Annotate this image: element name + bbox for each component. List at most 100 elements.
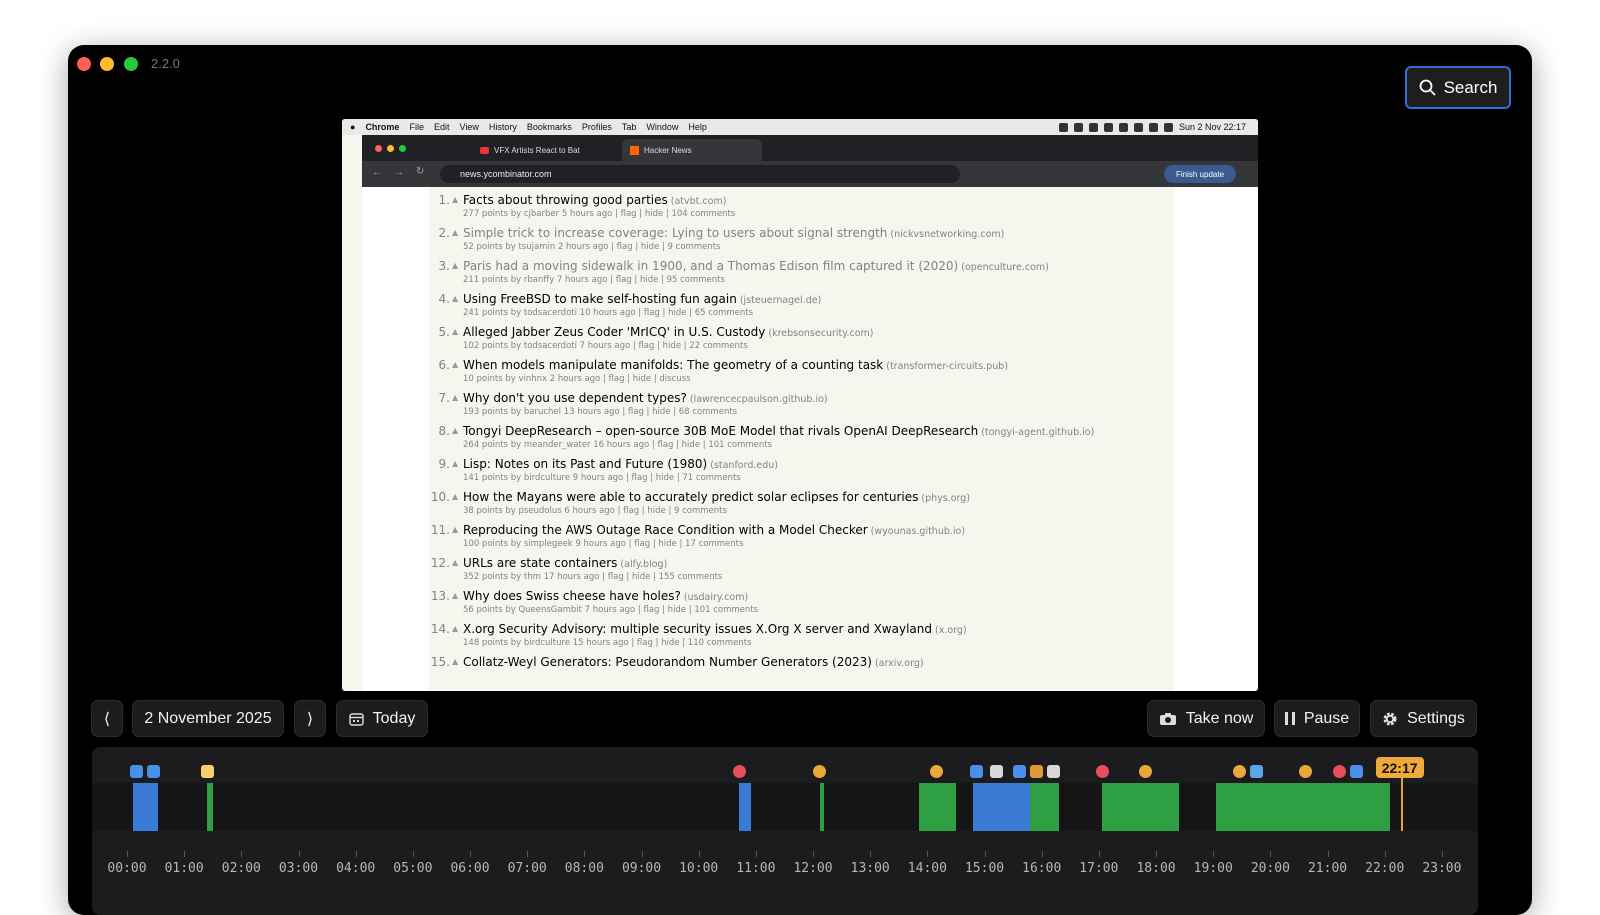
back-icon[interactable]: ← xyxy=(372,167,382,178)
current-time-marker[interactable] xyxy=(1400,773,1403,831)
chrome-icon[interactable] xyxy=(929,765,943,778)
activity-segment[interactable] xyxy=(1216,783,1271,831)
activity-segment[interactable] xyxy=(918,783,956,831)
upvote-icon[interactable]: ▲ xyxy=(452,393,458,402)
address-bar[interactable]: news.ycombinator.com xyxy=(440,165,960,183)
script-icon[interactable] xyxy=(989,765,1003,778)
activity-segment[interactable] xyxy=(1101,783,1179,831)
upvote-icon[interactable]: ▲ xyxy=(452,525,458,534)
upvote-icon[interactable]: ▲ xyxy=(452,492,458,501)
activity-timeline[interactable]: 00:00 01:00 02:00 03:00 04:00 05:00 06:00 07:00… xyxy=(92,747,1478,915)
story-site[interactable]: (jsteuernagel.de) xyxy=(740,295,821,306)
previous-day-button[interactable]: ⟨ xyxy=(91,700,123,737)
activity-segment[interactable] xyxy=(1030,783,1059,831)
story-title-link[interactable]: Simple trick to increase coverage: Lying… xyxy=(463,226,887,240)
upvote-icon[interactable]: ▲ xyxy=(452,657,458,666)
story-site[interactable]: (usdairy.com) xyxy=(684,592,748,603)
forward-icon[interactable]: → xyxy=(394,167,404,178)
record-icon[interactable] xyxy=(732,765,746,778)
apple-icon: ● xyxy=(350,122,356,132)
pause-icon xyxy=(1284,712,1295,725)
upvote-icon[interactable]: ▲ xyxy=(452,261,458,270)
story-site[interactable]: (nickvsnetworking.com) xyxy=(890,229,1004,240)
story-site[interactable]: (transformer-circuits.pub) xyxy=(886,361,1008,372)
story-site[interactable]: (krebsonsecurity.com) xyxy=(768,328,873,339)
xcode-icon[interactable] xyxy=(1012,765,1026,778)
story-title-link[interactable]: Facts about throwing good parties xyxy=(463,193,668,207)
claude-icon[interactable] xyxy=(1250,765,1264,778)
story-title-link[interactable]: Why don't you use dependent types? xyxy=(463,391,687,405)
today-button[interactable]: Today xyxy=(336,700,428,737)
date-picker[interactable]: 2 November 2025 xyxy=(132,700,284,737)
close-window-button[interactable] xyxy=(77,57,91,71)
finish-update-button[interactable]: Finish update xyxy=(1164,165,1236,183)
upvote-icon[interactable]: ▲ xyxy=(452,459,458,468)
zoom-window-button[interactable] xyxy=(124,57,138,71)
story-site[interactable]: (wyounas.github.io) xyxy=(871,526,965,537)
upvote-icon[interactable]: ▲ xyxy=(452,228,458,237)
story-site[interactable]: (phys.org) xyxy=(921,493,970,504)
activity-segment[interactable] xyxy=(207,783,213,831)
story-title-link[interactable]: Tongyi DeepResearch – open-source 30B Mo… xyxy=(463,424,978,438)
story-subtext: 100 points by simplegeek 9 hours ago | f… xyxy=(463,539,744,549)
story-site[interactable]: (alfy.blog) xyxy=(620,559,667,570)
xcode-icon[interactable] xyxy=(1350,765,1364,778)
xcode-icon[interactable] xyxy=(146,765,160,778)
upvote-icon[interactable]: ▲ xyxy=(452,327,458,336)
activity-segment[interactable] xyxy=(1270,783,1391,831)
activity-segment[interactable] xyxy=(132,783,159,831)
activity-segment[interactable] xyxy=(738,783,752,831)
chrome-icon[interactable] xyxy=(812,765,826,778)
take-now-button[interactable]: Take now xyxy=(1147,700,1265,737)
story-title-link[interactable]: Collatz-Weyl Generators: Pseudorandom Nu… xyxy=(463,655,872,669)
search-button[interactable]: Search xyxy=(1405,66,1511,109)
upvote-icon[interactable]: ▲ xyxy=(452,294,458,303)
settings-button[interactable]: Settings xyxy=(1370,700,1477,737)
minimize-window-button[interactable] xyxy=(100,57,114,71)
story-title-link[interactable]: URLs are state containers xyxy=(463,556,617,570)
story-site[interactable]: (lawrencecpaulson.github.io) xyxy=(690,394,828,405)
upvote-icon[interactable]: ▲ xyxy=(452,195,458,204)
terminal-icon[interactable] xyxy=(1030,765,1043,778)
story-title-link[interactable]: Reproducing the AWS Outage Race Conditio… xyxy=(463,523,868,537)
upvote-icon[interactable]: ▲ xyxy=(452,624,458,633)
record-icon[interactable] xyxy=(1333,765,1346,778)
activity-segment[interactable] xyxy=(820,783,825,831)
story-site[interactable]: (openculture.com) xyxy=(961,262,1049,273)
story-title-link[interactable]: Why does Swiss cheese have holes? xyxy=(463,589,681,603)
story-site[interactable]: (tongyi-agent.github.io) xyxy=(981,427,1094,438)
activity-segment[interactable] xyxy=(973,783,1031,831)
upvote-icon[interactable]: ▲ xyxy=(452,426,458,435)
chrome-icon[interactable] xyxy=(1298,765,1312,778)
pause-button[interactable]: Pause xyxy=(1274,700,1360,737)
story-site[interactable]: (stanford.edu) xyxy=(710,460,778,471)
story-site[interactable]: (atvbt.com) xyxy=(671,196,727,207)
notes-icon[interactable] xyxy=(201,765,215,778)
upvote-icon[interactable]: ▲ xyxy=(452,360,458,369)
story-row: 3. ▲ Paris had a moving sidewalk in 1900, … xyxy=(429,259,1174,292)
story-site[interactable]: (arxiv.org) xyxy=(875,658,924,669)
timeline-track[interactable] xyxy=(92,783,1478,831)
upvote-icon[interactable]: ▲ xyxy=(452,591,458,600)
tab-hacker-news[interactable]: Hacker News xyxy=(622,139,762,161)
story-title-link[interactable]: Paris had a moving sidewalk in 1900, and… xyxy=(463,259,958,273)
upvote-icon[interactable]: ▲ xyxy=(452,558,458,567)
story-title-link[interactable]: When models manipulate manifolds: The ge… xyxy=(463,358,883,372)
finder-icon[interactable] xyxy=(969,765,983,778)
reload-icon[interactable]: ↻ xyxy=(416,166,424,177)
chrome-icon[interactable] xyxy=(1232,765,1246,778)
story-title-link[interactable]: Alleged Jabber Zeus Coder 'MrICQ' in U.S… xyxy=(463,325,765,339)
script-icon[interactable] xyxy=(1047,765,1061,778)
screenshot-preview[interactable]: ● Chrome File Edit View History Bookmark… xyxy=(342,119,1258,691)
story-title-link[interactable]: X.org Security Advisory: multiple securi… xyxy=(463,622,932,636)
chrome-icon[interactable] xyxy=(1138,765,1152,778)
story-site[interactable]: (x.org) xyxy=(935,625,967,636)
next-day-button[interactable]: ⟩ xyxy=(294,700,326,737)
record-icon[interactable] xyxy=(1095,765,1109,778)
hour-tick xyxy=(984,851,986,857)
story-title-link[interactable]: Using FreeBSD to make self-hosting fun a… xyxy=(463,292,737,306)
story-title-link[interactable]: How the Mayans were able to accurately p… xyxy=(463,490,918,504)
tab-vfx[interactable]: VFX Artists React to Bat xyxy=(472,139,614,161)
story-title-link[interactable]: Lisp: Notes on its Past and Future (1980… xyxy=(463,457,707,471)
xcode-icon[interactable] xyxy=(129,765,143,778)
